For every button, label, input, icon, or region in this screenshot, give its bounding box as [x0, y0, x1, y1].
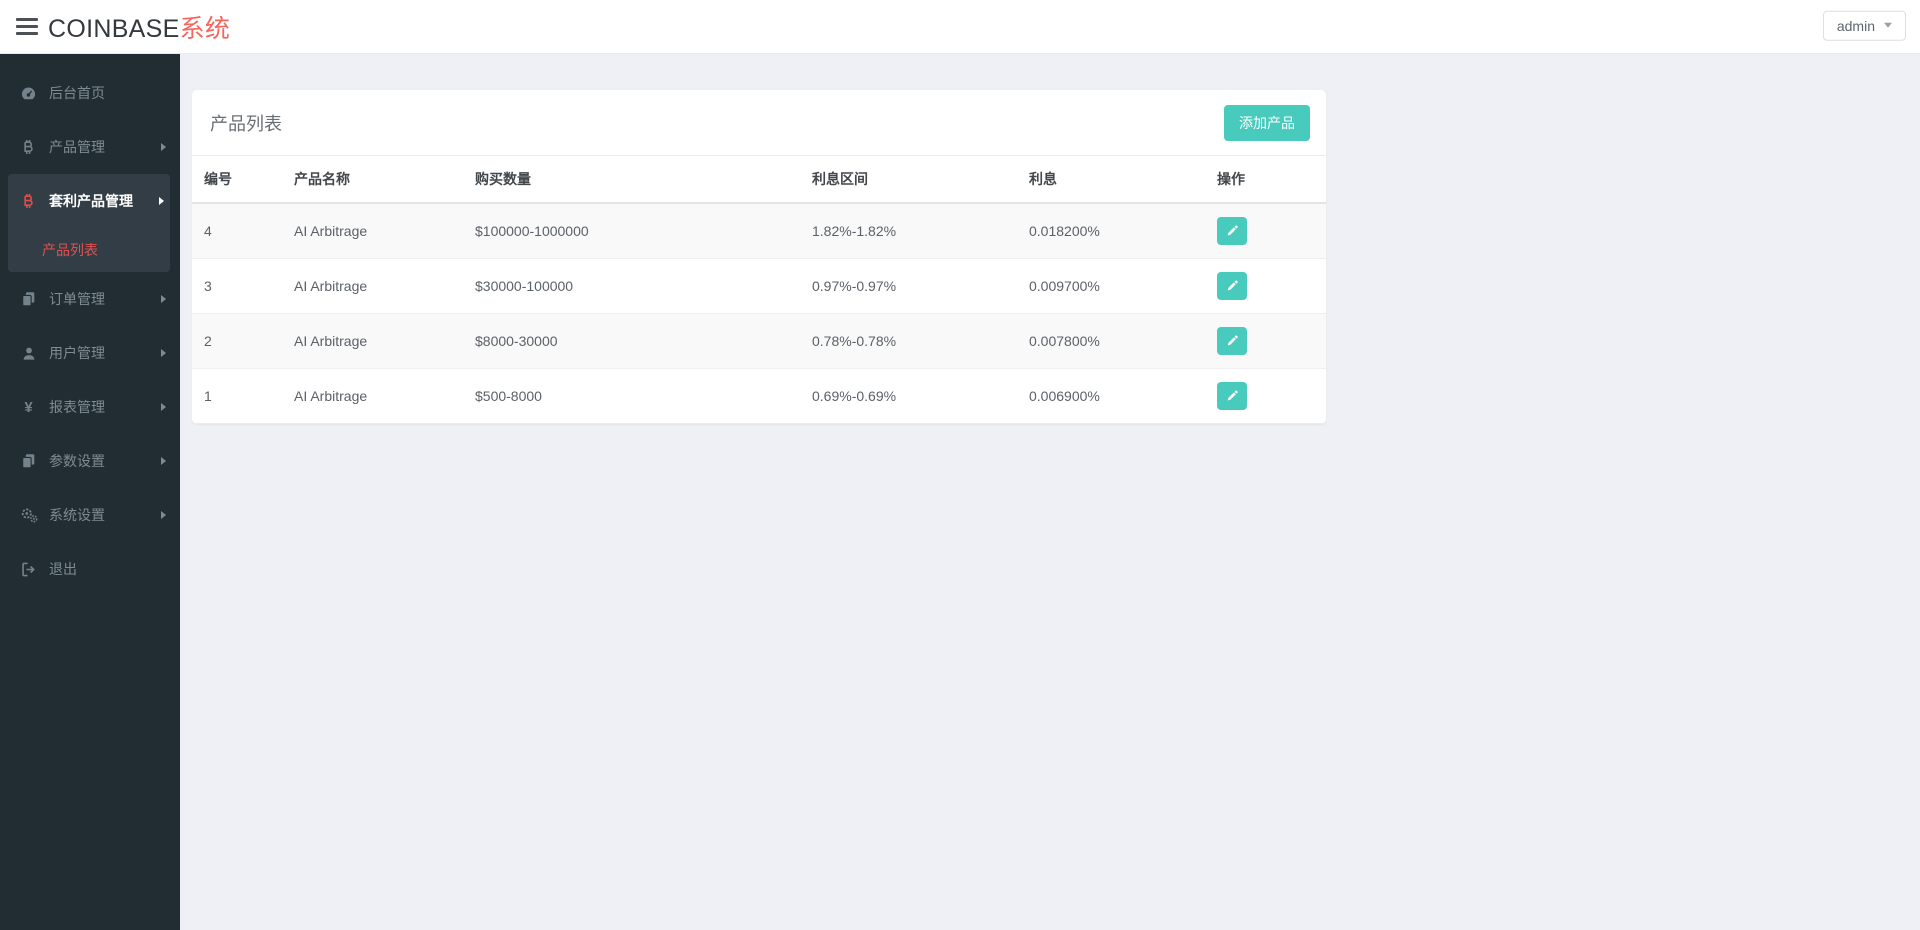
cell-product-name: AI Arbitrage	[282, 258, 463, 314]
column-header: 编号	[192, 155, 282, 204]
sidebar-item-label: 套利产品管理	[49, 193, 133, 209]
logout-icon	[19, 562, 38, 577]
bitcoin-icon	[19, 193, 38, 209]
chevron-right-icon	[161, 511, 166, 519]
user-icon	[19, 346, 38, 361]
main-content: 产品列表 添加产品 编号 产品名称 购买数量 利息区间 利息 操作 4 AI Arbitr…	[180, 54, 1920, 930]
cell-product-name: AI Arbitrage	[282, 313, 463, 369]
chevron-right-icon	[159, 197, 164, 205]
page-title: 产品列表	[210, 113, 282, 134]
sidebar-item-label: 系统设置	[49, 507, 105, 523]
sidebar-item-label: 用户管理	[49, 345, 105, 361]
column-header: 产品名称	[282, 155, 463, 204]
sidebar-item-label: 订单管理	[49, 291, 105, 307]
cell-id: 4	[192, 203, 282, 259]
chevron-right-icon	[161, 457, 166, 465]
cell-interest: 0.007800%	[1017, 313, 1205, 369]
gears-icon	[19, 507, 38, 523]
sidebar-menu: 后台首页产品管理套利产品管理产品列表订单管理用户管理 ¥ 报表管理参数设置系统设置退…	[0, 66, 180, 596]
edit-button[interactable]	[1217, 327, 1247, 355]
edit-button[interactable]	[1217, 217, 1247, 245]
sidebar-item-dashboard[interactable]: 后台首页	[0, 66, 180, 120]
cell-actions	[1205, 368, 1326, 424]
pencil-icon	[1225, 334, 1239, 348]
sidebar: 后台首页产品管理套利产品管理产品列表订单管理用户管理 ¥ 报表管理参数设置系统设置退…	[0, 54, 180, 930]
sidebar-item-user-manage[interactable]: 用户管理	[0, 326, 180, 380]
column-header: 利息	[1017, 155, 1205, 204]
card-header: 产品列表 添加产品	[192, 90, 1326, 155]
column-header: 购买数量	[463, 155, 800, 204]
table-row: 1 AI Arbitrage $500-8000 0.69%-0.69% 0.0…	[192, 368, 1326, 424]
cell-actions	[1205, 203, 1326, 259]
sidebar-item-logout[interactable]: 退出	[0, 542, 180, 596]
product-table: 编号 产品名称 购买数量 利息区间 利息 操作 4 AI Arbitrage $10000…	[192, 155, 1326, 424]
sidebar-item-product-manage[interactable]: 产品管理	[0, 120, 180, 174]
copy-icon	[19, 453, 38, 469]
sidebar-item-label: 产品管理	[49, 139, 105, 155]
cell-interest-range: 0.69%-0.69%	[800, 368, 1017, 424]
chevron-right-icon	[161, 295, 166, 303]
chevron-right-icon	[161, 349, 166, 357]
cell-purchase-amount: $8000-30000	[463, 313, 800, 369]
column-header: 利息区间	[800, 155, 1017, 204]
sidebar-item-label: 报表管理	[49, 399, 105, 415]
user-dropdown-label: admin	[1836, 17, 1875, 34]
hamburger-menu-icon[interactable]	[16, 14, 38, 39]
table-row: 3 AI Arbitrage $30000-100000 0.97%-0.97%…	[192, 258, 1326, 314]
pencil-icon	[1225, 224, 1239, 238]
add-product-button[interactable]: 添加产品	[1224, 104, 1310, 141]
cell-interest: 0.006900%	[1017, 368, 1205, 424]
table-header-row: 编号 产品名称 购买数量 利息区间 利息 操作	[192, 155, 1326, 204]
cell-interest-range: 0.78%-0.78%	[800, 313, 1017, 369]
sidebar-subitem-product-list[interactable]: 产品列表	[8, 228, 170, 272]
cell-id: 1	[192, 368, 282, 424]
cell-id: 2	[192, 313, 282, 369]
sidebar-item-system-settings[interactable]: 系统设置	[0, 488, 180, 542]
sidebar-item-label: 退出	[49, 561, 77, 577]
cell-id: 3	[192, 258, 282, 314]
copy-icon	[19, 291, 38, 307]
user-dropdown[interactable]: admin	[1822, 10, 1906, 41]
chevron-right-icon	[161, 143, 166, 151]
sidebar-item-label: 参数设置	[49, 453, 105, 469]
table-row: 2 AI Arbitrage $8000-30000 0.78%-0.78% 0…	[192, 313, 1326, 369]
pencil-icon	[1225, 279, 1239, 293]
dashboard-icon	[19, 86, 38, 101]
cell-product-name: AI Arbitrage	[282, 203, 463, 259]
sidebar-item-label: 后台首页	[49, 85, 105, 101]
cell-purchase-amount: $30000-100000	[463, 258, 800, 314]
chevron-right-icon	[161, 403, 166, 411]
cell-interest-range: 0.97%-0.97%	[800, 258, 1017, 314]
cell-interest: 0.009700%	[1017, 258, 1205, 314]
cell-purchase-amount: $100000-1000000	[463, 203, 800, 259]
edit-button[interactable]	[1217, 382, 1247, 410]
sidebar-active-group: 套利产品管理产品列表	[8, 174, 170, 272]
cell-actions	[1205, 258, 1326, 314]
caret-down-icon	[1884, 22, 1892, 28]
pencil-icon	[1225, 389, 1239, 403]
top-header: COINBASE系统 admin	[0, 0, 1920, 54]
sidebar-item-order-manage[interactable]: 订单管理	[0, 272, 180, 326]
brand-accent-text: 系统	[179, 14, 231, 43]
cell-product-name: AI Arbitrage	[282, 368, 463, 424]
cell-interest-range: 1.82%-1.82%	[800, 203, 1017, 259]
brand-logo: COINBASE系统	[48, 9, 230, 45]
sidebar-item-arbitrage-product-manage[interactable]: 套利产品管理	[8, 174, 170, 228]
bitcoin-icon	[19, 139, 38, 155]
product-list-card: 产品列表 添加产品 编号 产品名称 购买数量 利息区间 利息 操作 4 AI Arbitr…	[192, 90, 1326, 424]
yen-icon: ¥	[24, 398, 33, 416]
table-row: 4 AI Arbitrage $100000-1000000 1.82%-1.8…	[192, 203, 1326, 259]
cell-actions	[1205, 313, 1326, 369]
cell-interest: 0.018200%	[1017, 203, 1205, 259]
cell-purchase-amount: $500-8000	[463, 368, 800, 424]
brand-primary-text: COINBASE	[48, 14, 180, 43]
edit-button[interactable]	[1217, 272, 1247, 300]
sidebar-item-param-settings[interactable]: 参数设置	[0, 434, 180, 488]
sidebar-item-report-manage[interactable]: ¥ 报表管理	[0, 380, 180, 434]
column-header: 操作	[1205, 155, 1326, 204]
